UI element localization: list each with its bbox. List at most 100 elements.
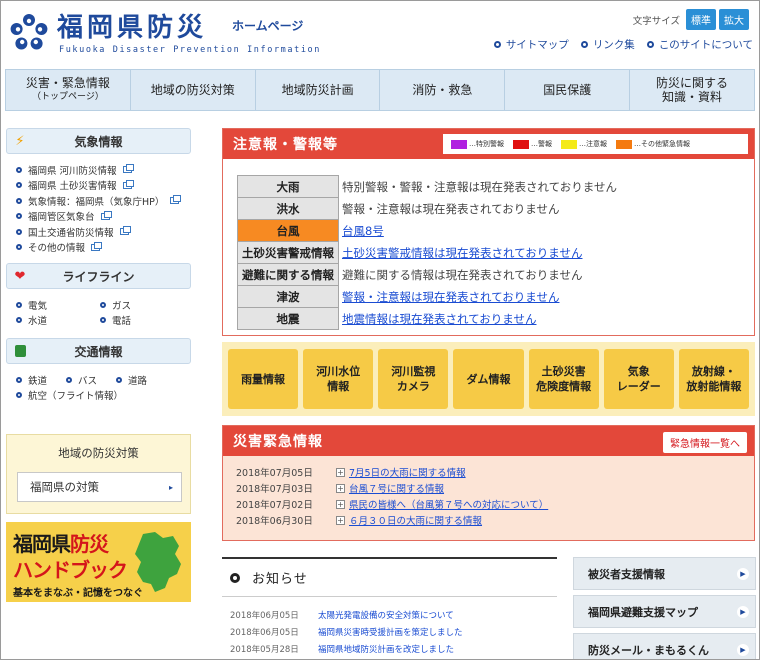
legend-item: … その他緊急情報: [616, 139, 690, 149]
weather-radar-button[interactable]: 気象 レーダー: [603, 349, 674, 409]
sitemap-link[interactable]: サイトマップ: [493, 37, 569, 52]
global-nav: 災害・緊急情報 （トップページ） 地域の防災対策 地域防災計画 消防・救急 国民保…: [5, 69, 755, 111]
handbook-banner[interactable]: 福岡県防災 ハンドブック 基本をまなぶ・記憶をつなぐ: [6, 522, 191, 602]
lifeline-link[interactable]: ガス: [100, 297, 184, 313]
links-link[interactable]: リンク集: [580, 37, 635, 52]
table-row: 避難に関する情報 避難に関する情報は現在発表されておりません: [237, 263, 618, 286]
fukuoka-measures-button[interactable]: 福岡県の対策 ▸: [17, 472, 182, 502]
news-header: お知らせ: [222, 557, 557, 597]
bullet-icon: [646, 41, 654, 48]
news-section: お知らせ 2018年06月05日 太陽光発電設備の安全対策について 2018年06…: [222, 557, 557, 657]
legend-item: … 特別警報: [451, 139, 504, 149]
table-row: 大雨 特別警報・警報・注意報は現在発表されておりません: [237, 175, 618, 198]
bullet-icon: [16, 213, 22, 220]
emergency-list-button[interactable]: 緊急情報一覧へ: [663, 432, 747, 453]
bullet-icon: [16, 376, 22, 383]
news-list: 2018年06月05日 太陽光発電設備の安全対策について 2018年06月05日福…: [222, 597, 557, 657]
bullet-icon: [16, 392, 22, 399]
lifeline-links: 電気 ガス 水道 電話: [6, 289, 191, 338]
emergency-panel: 災害緊急情報 緊急情報一覧へ 2018年07月05日 +7月5日の大雨に関する情報…: [222, 425, 755, 541]
left-sidebar: ⚡ 気象情報 福岡県 河川防災情報 福岡県 土砂災害情報 気象情報：福岡県（気象…: [6, 128, 191, 403]
legend-item: … 警報: [513, 139, 552, 149]
arrow-right-icon: ▶: [737, 567, 749, 580]
landslide-risk-button[interactable]: 土砂災害 危険度情報: [528, 349, 599, 409]
traffic-link[interactable]: 道路: [116, 372, 176, 388]
site-english-title: Fukuoka Disaster Prevention Information: [59, 45, 321, 55]
list-item: 2018年06月05日 太陽光発電設備の安全対策について: [230, 610, 454, 621]
external-link-icon: [119, 226, 131, 236]
weather-link[interactable]: 国土交通省防災情報: [16, 224, 191, 240]
external-link-icon: [122, 179, 134, 189]
bullet-icon: [100, 317, 106, 324]
font-standard-button[interactable]: 標準: [686, 9, 716, 30]
bullet-icon: [116, 376, 122, 383]
table-row: 土砂災害警戒情報 土砂災害警戒情報は現在発表されておりません: [237, 241, 618, 264]
about-link[interactable]: このサイトについて: [646, 37, 753, 52]
legend-swatch: [513, 139, 529, 149]
lightning-icon: ⚡: [15, 133, 25, 149]
banner-line3: 基本をまなぶ・記憶をつなぐ: [13, 588, 143, 599]
regional-measures-box: 地域の防災対策 福岡県の対策 ▸: [6, 434, 191, 514]
bullet-icon: [16, 244, 22, 251]
regional-measures-title: 地域の防災対策: [58, 446, 139, 460]
weather-section-header: ⚡ 気象情報: [6, 128, 191, 154]
victim-support-button[interactable]: 被災者支援情報 ▶: [573, 557, 756, 590]
list-item: 2018年07月03日 + 台風７号に関する情報: [236, 483, 445, 495]
page-frame: 福岡県防災 ホームページ Fukuoka Disaster Prevention…: [0, 0, 760, 660]
river-camera-button[interactable]: 河川監視 カメラ: [378, 349, 449, 409]
font-large-button[interactable]: 拡大: [719, 9, 749, 30]
typhoon-link[interactable]: 台風8号: [339, 220, 618, 242]
weather-link[interactable]: 気象情報：福岡県（気象庁HP）: [16, 193, 191, 209]
lifeline-link[interactable]: 水道: [16, 313, 100, 329]
plus-icon: +: [336, 467, 345, 477]
site-header: 福岡県防災 ホームページ Fukuoka Disaster Prevention…: [1, 1, 759, 67]
traffic-links: 鉄道 バス 道路: [6, 364, 191, 388]
nav-civil-protection[interactable]: 国民保護: [505, 70, 631, 110]
disaster-mail-button[interactable]: 防災メール・まもるくん ▶: [573, 633, 756, 659]
bullet-icon: [493, 41, 501, 48]
bullet-icon: [580, 41, 588, 48]
legend-swatch: [616, 139, 632, 149]
nav-fire-rescue[interactable]: 消防・救急: [380, 70, 506, 110]
traffic-section-header: 交通情報: [6, 338, 191, 364]
weather-link[interactable]: 福岡県 土砂災害情報: [16, 178, 191, 194]
bullet-icon: [100, 301, 106, 308]
bullet-icon: [16, 166, 22, 173]
emergency-title: 災害緊急情報: [233, 434, 323, 450]
arrow-right-icon: ▶: [737, 643, 749, 656]
weather-link[interactable]: 福岡県 河川防災情報: [16, 162, 191, 178]
nav-disaster-plan[interactable]: 地域防災計画: [256, 70, 381, 110]
external-link-icon: [170, 195, 182, 205]
dam-button[interactable]: ダム情報: [453, 349, 524, 409]
font-size-label: 文字サイズ: [632, 15, 680, 27]
circle-icon: [230, 572, 240, 583]
lifeline-link[interactable]: 電話: [100, 313, 184, 329]
traffic-link[interactable]: 鉄道: [16, 372, 66, 388]
legend-item: … 注意報: [561, 139, 607, 149]
prefecture-logo-icon[interactable]: [9, 13, 49, 53]
rainfall-button[interactable]: 雨量情報: [228, 349, 299, 409]
evacuation-map-button[interactable]: 福岡県避難支援マップ ▶: [573, 595, 756, 628]
site-subtitle: ホームページ: [232, 19, 304, 33]
earthquake-link[interactable]: 地震情報は現在発表されておりません: [339, 308, 618, 330]
weather-links: 福岡県 河川防災情報 福岡県 土砂災害情報 気象情報：福岡県（気象庁HP） 福岡…: [6, 154, 191, 263]
site-title[interactable]: 福岡県防災: [57, 7, 207, 44]
traffic-link[interactable]: バス: [66, 372, 116, 388]
warnings-header: 注意報・警報等 … 特別警報 … 警報 … 注意報 … その他緊急情報: [223, 129, 754, 159]
weather-link[interactable]: その他の情報: [16, 240, 191, 256]
lifeline-link[interactable]: 電気: [16, 297, 100, 313]
river-level-button[interactable]: 河川水位 情報: [303, 349, 374, 409]
nav-knowledge[interactable]: 防災に関する 知識・資料: [630, 70, 754, 110]
nav-regional-measures[interactable]: 地域の防災対策: [131, 70, 256, 110]
tsunami-link[interactable]: 警報・注意報は現在発表されておりません: [339, 286, 618, 308]
traffic-link[interactable]: 航空（フライト情報）: [16, 388, 191, 404]
landslide-link[interactable]: 土砂災害警戒情報は現在発表されておりません: [339, 242, 618, 264]
radiation-button[interactable]: 放射線・ 放射能情報: [678, 349, 749, 409]
traffic-links-row2: 航空（フライト情報）: [6, 388, 191, 404]
warnings-legend: … 特別警報 … 警報 … 注意報 … その他緊急情報: [443, 134, 748, 154]
weather-link[interactable]: 福岡管区気象台: [16, 209, 191, 225]
table-row: 地震 地震情報は現在発表されておりません: [237, 307, 618, 330]
list-item: 2018年06月30日 +６月３０日の大雨に関する情報: [236, 515, 483, 527]
nav-emergency-top[interactable]: 災害・緊急情報 （トップページ）: [6, 70, 131, 110]
legend-swatch: [451, 139, 467, 149]
